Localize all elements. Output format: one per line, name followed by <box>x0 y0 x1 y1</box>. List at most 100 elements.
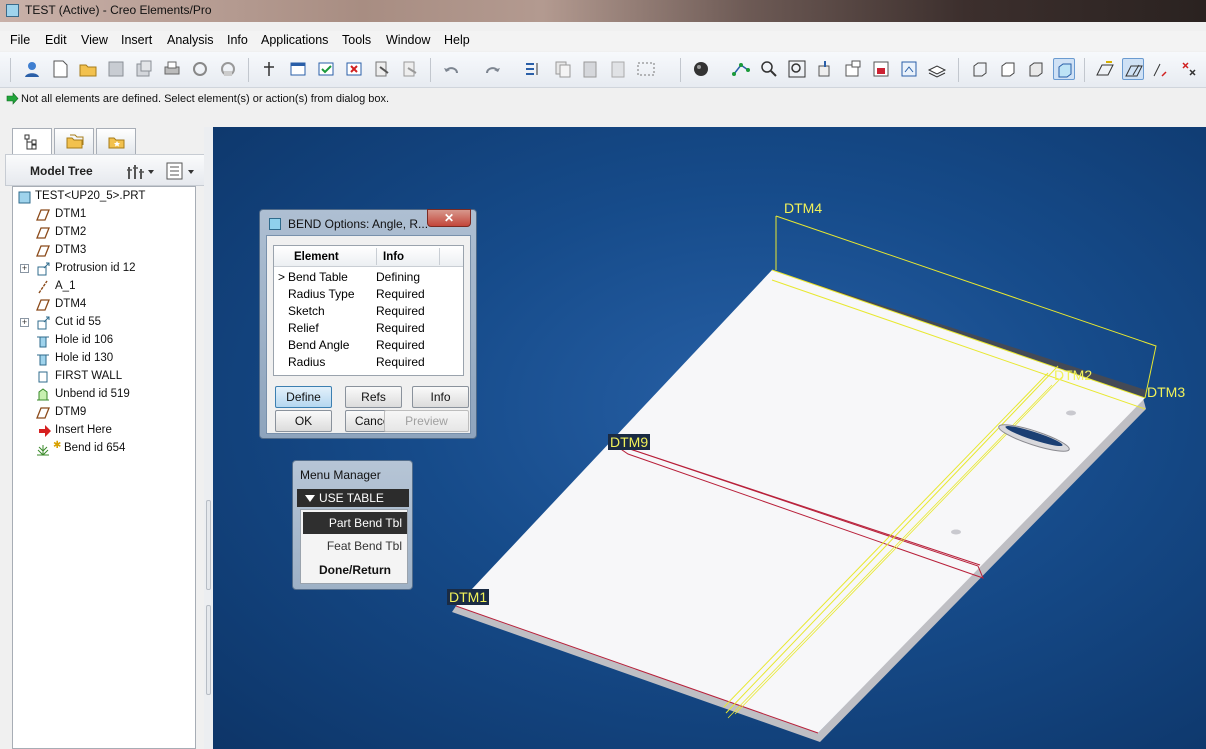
tree-item[interactable]: + Cut id 55 <box>13 314 193 332</box>
tree-item[interactable]: FIRST WALL <box>13 368 193 386</box>
no-hidden-icon[interactable] <box>997 58 1019 80</box>
refs-button[interactable]: Refs <box>345 386 402 408</box>
tree-item[interactable]: DTM4 <box>13 296 193 314</box>
menu-file[interactable]: File <box>10 33 30 47</box>
define-button[interactable]: Define <box>275 386 332 408</box>
send-icon[interactable] <box>189 58 211 80</box>
plane-display-icon[interactable] <box>1053 58 1075 80</box>
datum-icon[interactable] <box>730 58 752 80</box>
splitter-grip[interactable] <box>206 605 211 695</box>
tree-item[interactable]: DTM2 <box>13 224 193 242</box>
tab-favorites[interactable] <box>96 128 136 154</box>
menu-edit[interactable]: Edit <box>45 33 67 47</box>
table-row[interactable]: Bend Angle Required <box>274 337 463 354</box>
tree-item[interactable]: ✱ Bend id 654 <box>13 440 193 458</box>
tree-item[interactable]: Insert Here <box>13 422 193 440</box>
expand-toggle[interactable]: + <box>20 318 29 327</box>
table-row[interactable]: > Bend Table Defining <box>274 269 463 286</box>
copy-icon[interactable] <box>399 58 421 80</box>
table-row[interactable]: Radius Type Required <box>274 286 463 303</box>
datum-label-dtm9[interactable]: DTM9 <box>608 434 651 450</box>
mail-icon[interactable] <box>217 58 239 80</box>
menu-info[interactable]: Info <box>227 33 248 47</box>
save-copy-icon[interactable] <box>133 58 155 80</box>
info-button[interactable]: Info <box>412 386 469 408</box>
window-title: TEST (Active) - Creo Elements/Pro <box>25 3 212 17</box>
axis-display-icon[interactable] <box>1094 58 1116 80</box>
panel-splitter[interactable] <box>204 127 213 749</box>
tab-folder-browser[interactable] <box>54 128 94 154</box>
datum-label-dtm3[interactable]: DTM3 <box>1147 384 1185 400</box>
table-row[interactable]: Radius Required <box>274 354 463 371</box>
close-window-icon[interactable] <box>315 58 337 80</box>
paste-icon[interactable] <box>579 58 601 80</box>
menu-manager-items: Part Bend Tbl Feat Bend Tbl Done/Return <box>300 509 408 584</box>
point-csys-icon[interactable] <box>1178 58 1200 80</box>
tree-columns-icon[interactable] <box>166 162 198 180</box>
paste-special-icon[interactable] <box>607 58 629 80</box>
save-icon[interactable] <box>105 58 127 80</box>
undo-icon[interactable] <box>441 58 463 80</box>
window-icon[interactable] <box>287 58 309 80</box>
menu-applications[interactable]: Applications <box>261 33 328 47</box>
zoom-fit-icon[interactable] <box>786 58 808 80</box>
menu-item-done-return[interactable]: Done/Return <box>303 559 407 581</box>
col-info[interactable]: Info <box>383 251 404 263</box>
ok-button[interactable]: OK <box>275 410 332 432</box>
erase-icon[interactable] <box>343 58 365 80</box>
copy-obj-icon[interactable] <box>552 58 574 80</box>
menu-item-feat-bend-tbl[interactable]: Feat Bend Tbl <box>303 535 407 557</box>
menu-analysis[interactable]: Analysis <box>167 33 214 47</box>
menu-insert[interactable]: Insert <box>121 33 152 47</box>
layers-icon[interactable] <box>870 58 892 80</box>
relations-icon[interactable] <box>522 58 544 80</box>
tree-item[interactable]: Hole id 130 <box>13 350 193 368</box>
tree-item[interactable]: Hole id 106 <box>13 332 193 350</box>
tab-model-tree[interactable] <box>12 128 52 154</box>
print-icon[interactable] <box>161 58 183 80</box>
zoom-in-icon[interactable] <box>758 58 780 80</box>
tree-item[interactable]: + Protrusion id 12 <box>13 260 193 278</box>
datum-label-dtm1[interactable]: DTM1 <box>447 589 490 605</box>
datum-label-dtm2[interactable]: DTM2 <box>1054 367 1092 383</box>
menu-tools[interactable]: Tools <box>342 33 371 47</box>
tree-item[interactable]: A_1 <box>13 278 193 296</box>
menu-view[interactable]: View <box>81 33 108 47</box>
expand-toggle[interactable]: + <box>20 264 29 273</box>
wireframe-icon[interactable] <box>926 58 948 80</box>
use-table-section[interactable]: USE TABLE <box>297 489 409 507</box>
tree-item[interactable]: DTM3 <box>13 242 193 260</box>
datum-label-dtm4[interactable]: DTM4 <box>784 200 822 216</box>
regenerate-icon[interactable] <box>371 58 393 80</box>
preview-button[interactable]: Preview <box>384 410 469 432</box>
reorient-icon[interactable] <box>814 58 836 80</box>
menu-help[interactable]: Help <box>444 33 470 47</box>
new-file-icon[interactable] <box>49 58 71 80</box>
toolbar-separator <box>680 58 681 82</box>
menu-window[interactable]: Window <box>386 33 430 47</box>
saved-views-icon[interactable] <box>842 58 864 80</box>
shaded-icon[interactable] <box>1025 58 1047 80</box>
tree-item[interactable]: Unbend id 519 <box>13 386 193 404</box>
selection-icon[interactable] <box>258 58 280 80</box>
tree-settings-icon[interactable] <box>126 162 154 180</box>
splitter-grip[interactable] <box>206 500 211 590</box>
table-row[interactable]: Relief Required <box>274 320 463 337</box>
redo-icon[interactable] <box>481 58 503 80</box>
table-row[interactable]: Sketch Required <box>274 303 463 320</box>
tree-item[interactable]: DTM1 <box>13 206 193 224</box>
user-icon[interactable] <box>21 58 43 80</box>
hidden-line-icon[interactable] <box>969 58 991 80</box>
point-display-icon[interactable] <box>1122 58 1144 80</box>
col-element[interactable]: Element <box>294 251 339 263</box>
menu-item-part-bend-tbl[interactable]: Part Bend Tbl <box>303 512 407 534</box>
open-folder-icon[interactable] <box>77 58 99 80</box>
close-button[interactable]: ✕ <box>427 209 471 227</box>
tree-item[interactable]: DTM9 <box>13 404 193 422</box>
model-display-icon[interactable] <box>898 58 920 80</box>
csys-display-icon[interactable] <box>1150 58 1172 80</box>
select-box-icon[interactable] <box>635 58 657 80</box>
shading-icon[interactable] <box>690 58 712 80</box>
dialog-title: BEND Options: Angle, R... <box>288 217 429 231</box>
tree-item[interactable]: TEST<UP20_5>.PRT <box>13 188 193 206</box>
